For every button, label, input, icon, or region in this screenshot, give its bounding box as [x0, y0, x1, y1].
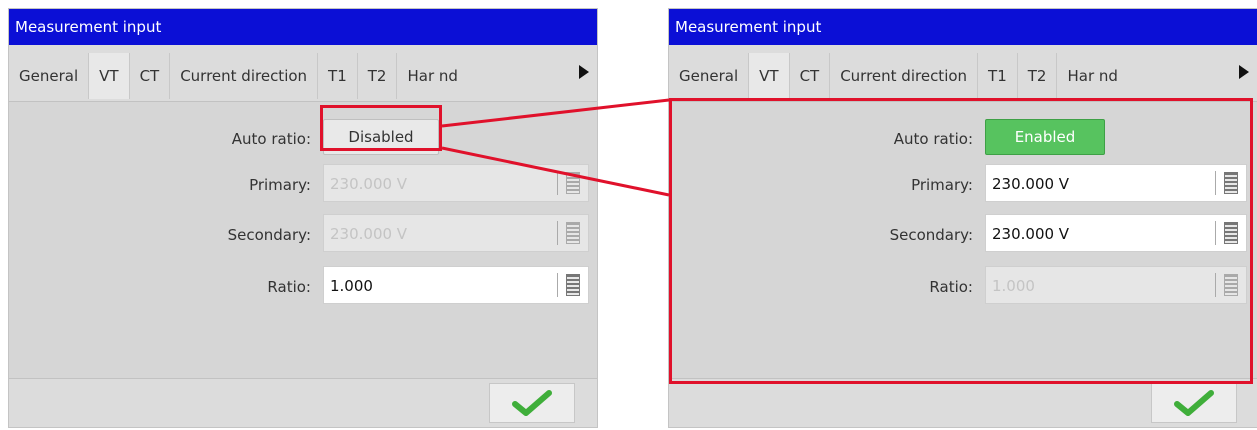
connector-lines	[441, 98, 670, 197]
connector-line-bottom	[441, 146, 670, 197]
connector-line-top	[441, 98, 670, 128]
